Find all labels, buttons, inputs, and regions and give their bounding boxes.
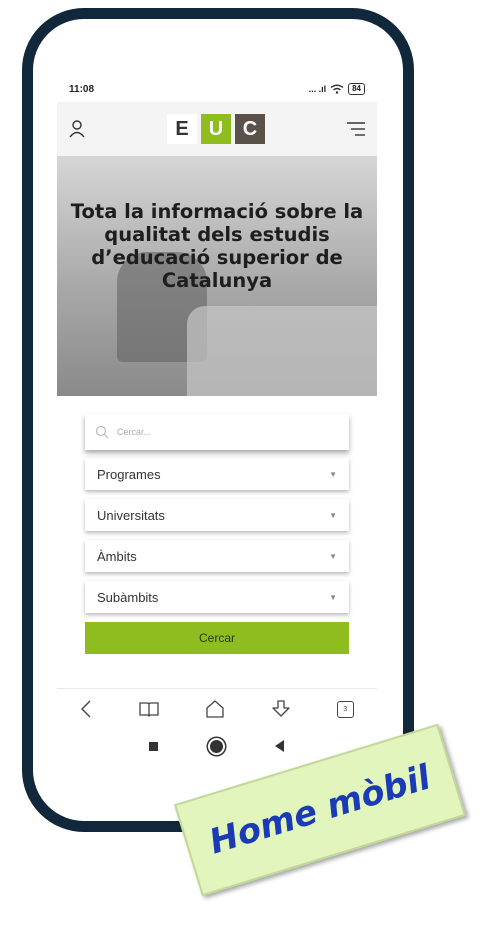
logo-letter-c: C [235,114,265,144]
search-form: Cercar... Programes ▼ Universitats ▼ Àmb… [85,414,349,654]
select-label: Subàmbits [97,589,159,605]
select-label: Universitats [97,507,165,523]
caret-down-icon: ▼ [329,592,337,602]
select-label: Àmbits [97,548,137,564]
browser-toolbar: 3 [57,688,377,729]
search-placeholder: Cercar... [117,427,152,437]
user-icon[interactable] [69,120,85,138]
logo-letter-e: E [167,114,197,144]
select-ambits[interactable]: Àmbits ▼ [85,540,349,572]
signal-icon: ... .ıl [308,84,327,94]
select-subambits[interactable]: Subàmbits ▼ [85,581,349,613]
caret-down-icon: ▼ [329,510,337,520]
back-triangle-icon[interactable] [275,740,285,752]
search-submit-button[interactable]: Cercar [85,622,349,654]
select-universitats[interactable]: Universitats ▼ [85,499,349,531]
search-icon [95,425,109,439]
search-input[interactable]: Cercar... [85,414,349,450]
back-icon[interactable] [80,700,92,718]
phone-screen: 11:08 ... .ıl 84 E U C Tota la informaci… [57,76,377,776]
tabs-count: 3 [343,705,348,713]
battery-icon: 84 [348,83,365,95]
status-icons: ... .ıl 84 [309,83,365,95]
wifi-icon [330,84,344,94]
bookmarks-icon[interactable] [139,701,159,717]
status-time: 11:08 [69,83,95,95]
menu-icon[interactable] [347,122,365,136]
caret-down-icon: ▼ [329,469,337,479]
select-programes[interactable]: Programes ▼ [85,458,349,490]
caret-down-icon: ▼ [329,551,337,561]
home-icon[interactable] [205,700,225,718]
logo-letter-u: U [201,114,231,144]
hero-banner: Tota la informació sobre la qualitat del… [57,156,377,396]
hero-title: Tota la informació sobre la qualitat del… [70,200,364,292]
hero-photo-furniture [187,306,377,396]
select-label: Programes [97,466,161,482]
euc-logo[interactable]: E U C [167,114,265,144]
site-header: E U C [57,102,377,156]
download-icon[interactable] [272,700,290,718]
home-circle-icon[interactable] [210,739,223,753]
status-bar: 11:08 ... .ıl 84 [57,76,377,102]
tabs-button[interactable]: 3 [336,700,354,718]
recent-apps-icon[interactable] [149,741,158,751]
